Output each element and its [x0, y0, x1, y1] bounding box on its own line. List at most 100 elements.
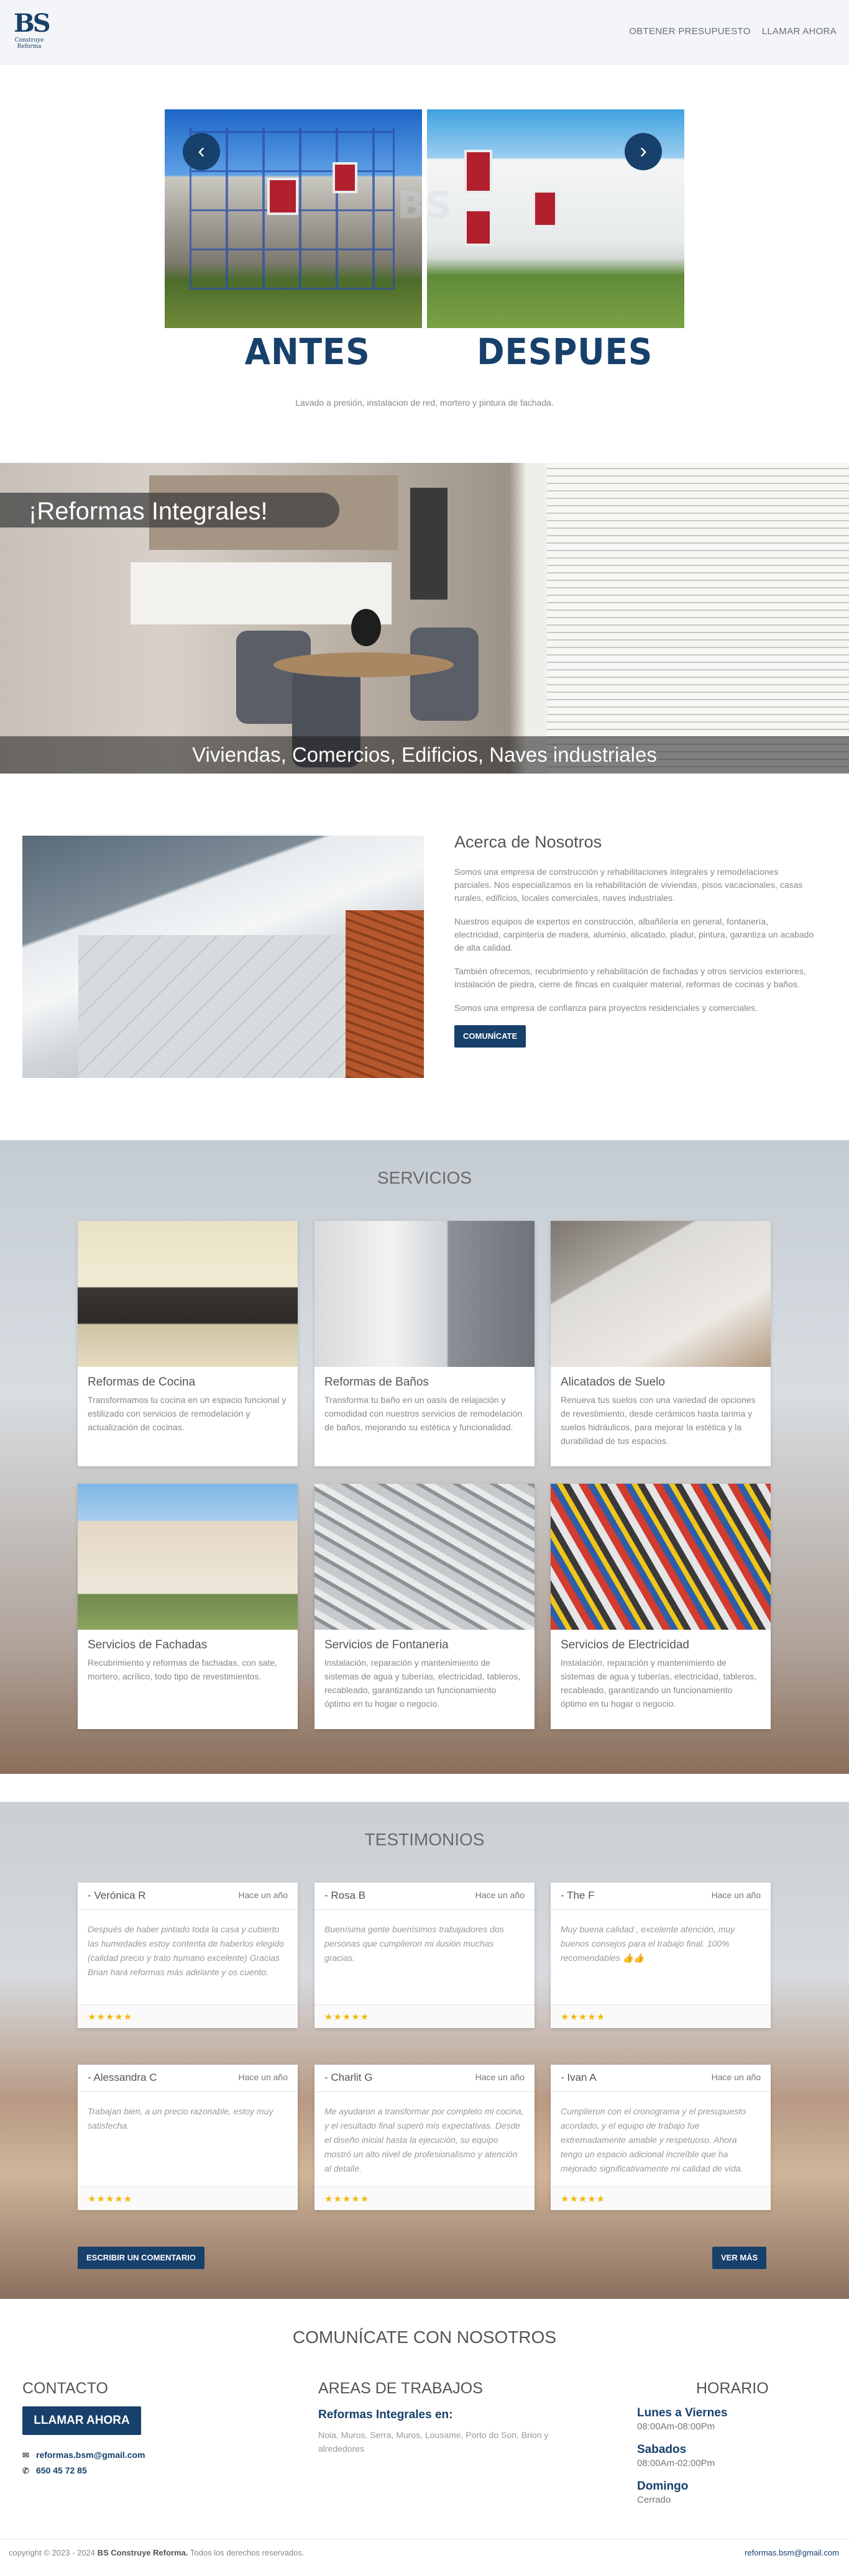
schedule-hours: 08:00Am-08:00Pm: [637, 2421, 715, 2432]
schedule-column-title: HORARIO: [696, 2380, 769, 2397]
chevron-left-icon: ‹: [198, 139, 205, 163]
service-text: Instalación, reparación y mantenimiento …: [561, 1658, 757, 1709]
phone-line[interactable]: ✆ 650 45 72 85: [22, 2465, 87, 2476]
copyright-prefix: copyright © 2023 - 2024: [9, 2548, 95, 2557]
reviewer-name: - The F: [561, 1889, 595, 1901]
vase-shape: [351, 609, 381, 646]
tiling-photo: [551, 1221, 771, 1367]
email-line[interactable]: ✉ reformas.bsm@gmail.com: [22, 2450, 145, 2460]
testimonial-footer: ★★★★★: [551, 2186, 771, 2210]
review-text: Cumplieron con el cronograma y el presup…: [561, 2106, 746, 2173]
slider-next-button[interactable]: ›: [625, 133, 662, 170]
service-text: Instalación, reparación y mantenimiento …: [324, 1658, 521, 1709]
testimonial-footer: ★★★★★: [78, 2004, 298, 2028]
call-now-button[interactable]: LLAMAR AHORA: [22, 2406, 141, 2435]
window-shape: [267, 178, 298, 215]
nav-call-now-link[interactable]: LLAMAR AHORA: [762, 26, 837, 37]
contact-column-title: CONTACTO: [22, 2380, 108, 2397]
testimonial-card: - Charlit G Hace un año Me ayudaron a tr…: [314, 2065, 535, 2210]
testimonial-card: - The F Hace un año Muy buena calidad , …: [551, 1883, 771, 2028]
about-title: Acerca de Nosotros: [454, 833, 602, 851]
review-date: Hace un año: [238, 1890, 288, 1900]
review-date: Hace un año: [238, 2072, 288, 2082]
service-card[interactable]: Alicatados de Suelo Renueva tus suelos c…: [551, 1221, 771, 1466]
reviewer-name: - Alessandra C: [88, 2071, 157, 2083]
about-paragraph: Somos una empresa de construcción y reha…: [454, 867, 803, 903]
service-card[interactable]: Reformas de Baños Transforma tu baño en …: [314, 1221, 535, 1466]
envelope-icon: ✉: [22, 2450, 29, 2460]
service-title: Servicios de Fontaneria: [324, 1638, 449, 1651]
see-more-button[interactable]: VER MÁS: [712, 2247, 767, 2269]
nav-get-quote-link[interactable]: OBTENER PRESUPUESTO: [629, 26, 750, 37]
areas-text: Noia, Muros, Serra, Muros, Lousame, Port…: [318, 2430, 549, 2454]
testimonial-card: - Verónica R Hace un año Después de habe…: [78, 1883, 298, 2028]
brand-logo[interactable]: BS Construye Reforma: [14, 9, 51, 53]
contact-us-button[interactable]: COMUNÍCATE: [454, 1025, 526, 1048]
oven-column: [410, 488, 447, 600]
testimonial-card: - Alessandra C Hace un año Trabajan bien…: [78, 2065, 298, 2210]
testimonials-section: TESTIMONIOS - Verónica R Hace un año Des…: [0, 1802, 849, 2299]
slider-labels: ANTES DESPUES: [165, 331, 684, 374]
schedule-hours: Cerrado: [637, 2495, 671, 2505]
facade-photo: [78, 1484, 298, 1630]
star-rating: ★★★★★: [561, 2194, 606, 2204]
about-image: [22, 836, 424, 1078]
testimonial-header: - Ivan A Hace un año: [551, 2065, 771, 2092]
testimonial-footer: ★★★★★: [551, 2004, 771, 2028]
service-card[interactable]: Reformas de Cocina Transformamos tu coci…: [78, 1221, 298, 1466]
contact-phone: 650 45 72 85: [36, 2465, 87, 2475]
hero-subtitle: Viviendas, Comercios, Edificios, Naves i…: [192, 743, 657, 766]
review-text: Buenísima gente buenísimos trabajadores …: [324, 1924, 504, 1963]
schedule-row: Domingo Cerrado: [637, 2480, 824, 2505]
review-date: Hace un año: [475, 2072, 525, 2082]
write-review-button[interactable]: ESCRIBIR UN COMENTARIO: [78, 2247, 204, 2269]
chevron-right-icon: ›: [640, 139, 647, 163]
about-paragraph: Somos una empresa de confianza para proy…: [454, 1003, 758, 1013]
kitchen-counter: [131, 562, 392, 624]
services-section: SERVICIOS Reformas de Cocina Transformam…: [0, 1140, 849, 1774]
copyright-text: copyright © 2023 - 2024 BS Construye Ref…: [9, 2548, 304, 2557]
phone-icon: ✆: [22, 2466, 29, 2475]
footer-email-link[interactable]: reformas.bsm@gmail.com: [745, 2548, 839, 2557]
service-card[interactable]: Servicios de Electricidad Instalación, r…: [551, 1484, 771, 1729]
service-card[interactable]: Servicios de Fachadas Recubrimiento y re…: [78, 1484, 298, 1729]
reviewer-name: - Charlit G: [324, 2071, 373, 2083]
testimonial-card: - Rosa B Hace un año Buenísima gente bue…: [314, 1883, 535, 2028]
rights-text: Todos los derechos reservados.: [190, 2548, 305, 2557]
review-text: Trabajan bien, a un precio razonable, es…: [88, 2106, 273, 2131]
service-card[interactable]: Servicios de Fontaneria Instalación, rep…: [314, 1484, 535, 1729]
schedule-hours: 08:00Am-02:00Pm: [637, 2458, 715, 2469]
plumbing-photo: [314, 1484, 535, 1630]
testimonial-footer: ★★★★★: [314, 2186, 535, 2210]
testimonial-footer: ★★★★★: [314, 2004, 535, 2028]
dining-table: [273, 652, 454, 677]
about-paragraph: Nuestros equipos de expertos en construc…: [454, 916, 814, 952]
window-shape: [533, 190, 558, 227]
service-text: Transformamos tu cocina en un espacio fu…: [88, 1395, 287, 1432]
about-paragraph: También ofrecemos, recubrimiento y rehab…: [454, 966, 806, 989]
star-rating: ★★★★★: [324, 2194, 370, 2204]
after-label: DESPUES: [477, 331, 653, 373]
watermark-logo: BS: [397, 184, 452, 227]
hero-title: ¡Reformas Integrales!: [29, 498, 268, 525]
logo-mark: BS: [14, 9, 51, 38]
window-blinds: [547, 463, 849, 774]
bathroom-photo: [314, 1221, 535, 1367]
slider-prev-button[interactable]: ‹: [183, 133, 220, 170]
reviewer-name: - Verónica R: [88, 1889, 146, 1901]
services-title: SERVICIOS: [377, 1168, 472, 1187]
slider-caption: Lavado a presión, instalacion de red, mo…: [295, 398, 554, 408]
service-title: Reformas de Cocina: [88, 1376, 196, 1389]
star-rating: ★★★★★: [324, 2012, 370, 2022]
testimonial-header: - Alessandra C Hace un año: [78, 2065, 298, 2092]
contact-title: COMUNÍCATE CON NOSOTROS: [292, 2327, 557, 2347]
reviewer-name: - Ivan A: [561, 2071, 597, 2083]
schedule-row: Sabados 08:00Am-02:00Pm: [637, 2443, 824, 2469]
logo-tagline: Construye Reforma: [14, 37, 44, 50]
review-date: Hace un año: [475, 1890, 525, 1900]
areas-column-title: AREAS DE TRABAJOS: [318, 2380, 483, 2397]
site-footer: copyright © 2023 - 2024 BS Construye Ref…: [0, 2539, 849, 2576]
schedule-row: Lunes a Viernes 08:00Am-08:00Pm: [637, 2406, 824, 2432]
review-text: Me ayudaron a transformar por completo m…: [324, 2106, 524, 2173]
star-rating: ★★★★★: [88, 2012, 133, 2022]
